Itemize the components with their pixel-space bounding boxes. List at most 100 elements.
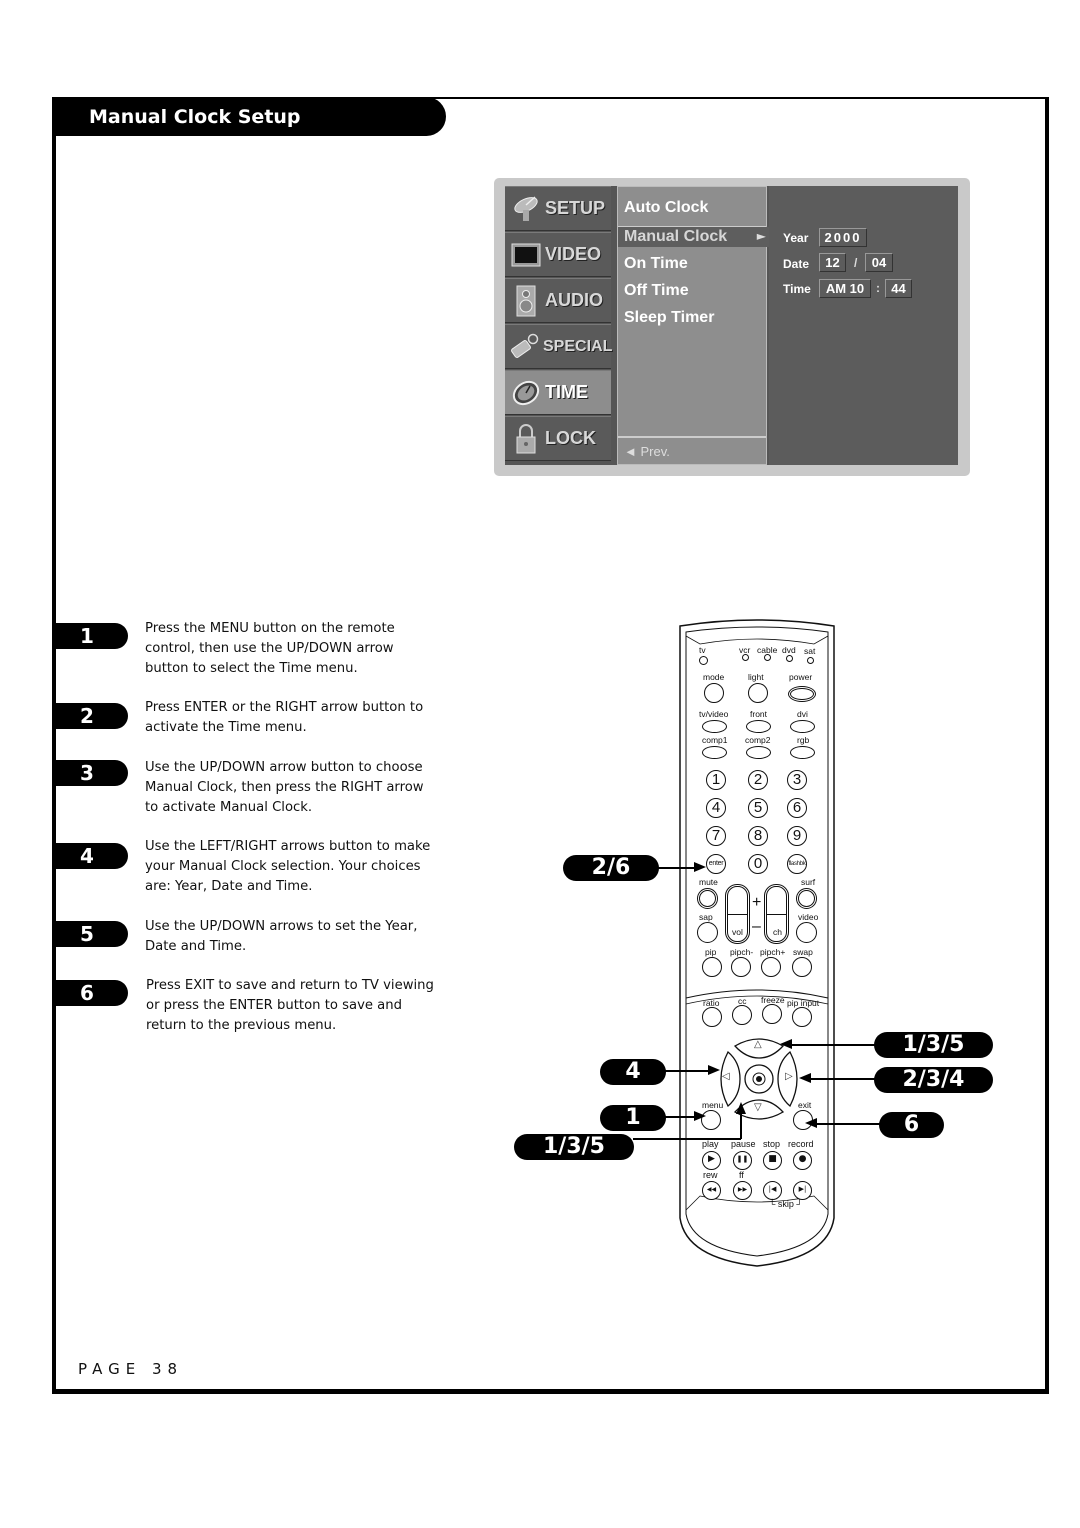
plus-sign: + bbox=[752, 894, 762, 911]
ratio-button[interactable] bbox=[702, 1007, 722, 1027]
tv-mode-button[interactable] bbox=[699, 656, 708, 665]
category-setup[interactable]: SETUP bbox=[505, 186, 611, 231]
page-number: PAGE 38 bbox=[78, 1360, 184, 1378]
speaker-icon bbox=[509, 284, 543, 318]
cc-button[interactable] bbox=[732, 1005, 752, 1025]
digit-3-button[interactable]: 3 bbox=[787, 770, 807, 790]
digit-6-button[interactable]: 6 bbox=[787, 798, 807, 818]
rgb-button[interactable] bbox=[790, 746, 815, 759]
right-arrow-button[interactable]: ▷ bbox=[785, 1071, 793, 1082]
leader-line-left bbox=[665, 1070, 711, 1072]
dvd-mode-button[interactable] bbox=[786, 655, 793, 662]
pipch-minus-button[interactable] bbox=[731, 957, 751, 977]
front-button[interactable] bbox=[746, 720, 771, 733]
channel-rocker[interactable]: ch bbox=[764, 884, 789, 944]
leader-line-right bbox=[810, 1078, 875, 1080]
power-button[interactable] bbox=[788, 686, 816, 702]
video-button[interactable] bbox=[796, 922, 817, 943]
arrowhead-icon bbox=[736, 1102, 746, 1114]
leader-line-menu bbox=[665, 1116, 697, 1118]
leader-line-down bbox=[633, 1138, 741, 1140]
dvi-button[interactable] bbox=[790, 720, 815, 733]
step-5-badge: 5 bbox=[56, 921, 128, 947]
flashbk-button[interactable]: flashbk bbox=[787, 854, 807, 874]
submenu-auto-clock[interactable]: Auto Clock bbox=[618, 187, 766, 227]
step-1-badge: 1 bbox=[56, 623, 128, 649]
pip-button[interactable] bbox=[702, 957, 722, 977]
freeze-button[interactable] bbox=[762, 1004, 782, 1024]
skip-forward-button[interactable]: ▶| bbox=[793, 1181, 812, 1200]
digit-9-button[interactable]: 9 bbox=[787, 826, 807, 846]
record-button[interactable]: ● bbox=[793, 1151, 812, 1170]
category-time[interactable]: TIME bbox=[505, 370, 611, 415]
callout-exit: 6 bbox=[879, 1112, 944, 1138]
callout-up: 1/3/5 bbox=[874, 1032, 993, 1058]
vcr-mode-button[interactable] bbox=[742, 654, 749, 661]
down-arrow-button[interactable]: ▽ bbox=[754, 1102, 762, 1113]
fast-forward-button[interactable]: ▶▶ bbox=[733, 1181, 752, 1200]
clock-icon bbox=[509, 376, 543, 410]
time-hour-field[interactable]: AM 10 bbox=[819, 279, 871, 298]
arrowhead-icon bbox=[780, 1039, 792, 1049]
page-title: Manual Clock Setup bbox=[89, 106, 301, 128]
digit-5-button[interactable]: 5 bbox=[748, 798, 768, 818]
comp1-button[interactable] bbox=[702, 746, 727, 759]
step-3-badge: 3 bbox=[56, 760, 128, 786]
prev-button[interactable]: ◄ Prev. bbox=[618, 436, 766, 464]
padlock-icon bbox=[509, 422, 543, 456]
up-arrow-button[interactable]: △ bbox=[754, 1039, 762, 1050]
pause-button[interactable]: ❚❚ bbox=[733, 1151, 752, 1170]
cable-mode-button[interactable] bbox=[764, 654, 771, 661]
submenu-manual-clock[interactable]: Manual Clock ► bbox=[618, 227, 774, 247]
pip-input-button[interactable] bbox=[792, 1007, 812, 1027]
leader-line-up bbox=[790, 1044, 875, 1046]
digit-8-button[interactable]: 8 bbox=[748, 826, 768, 846]
category-video[interactable]: VIDEO bbox=[505, 232, 611, 277]
category-special[interactable]: SPECIAL bbox=[505, 324, 612, 369]
ok-button[interactable] bbox=[745, 1065, 773, 1093]
digit-0-button[interactable]: 0 bbox=[748, 854, 768, 874]
pipch-plus-button[interactable] bbox=[761, 957, 781, 977]
time-minute-field[interactable]: 44 bbox=[885, 279, 912, 298]
callout-down: 1/3/5 bbox=[514, 1134, 634, 1160]
volume-rocker[interactable]: vol bbox=[725, 884, 750, 944]
category-lock[interactable]: LOCK bbox=[505, 416, 611, 461]
callout-left: 4 bbox=[600, 1059, 666, 1085]
left-arrow-button[interactable]: ◁ bbox=[722, 1071, 730, 1082]
submenu-on-time[interactable]: On Time bbox=[624, 255, 688, 273]
enter-button[interactable]: enter bbox=[706, 854, 726, 874]
year-label: Year bbox=[783, 231, 809, 245]
date-day-field[interactable]: 04 bbox=[865, 253, 893, 272]
category-column: SETUP VIDEO AUDIO SPECIAL TIME LOCK bbox=[505, 186, 612, 465]
stop-button[interactable]: ■ bbox=[763, 1151, 782, 1170]
category-audio[interactable]: AUDIO bbox=[505, 278, 611, 323]
year-field[interactable]: 2000 bbox=[819, 228, 867, 247]
submenu-off-time[interactable]: Off Time bbox=[624, 282, 689, 300]
digit-1-button[interactable]: 1 bbox=[706, 770, 726, 790]
light-button[interactable] bbox=[748, 683, 768, 703]
sat-mode-button[interactable] bbox=[807, 657, 814, 664]
sap-button[interactable] bbox=[697, 922, 718, 943]
step-2-text: Press ENTER or the RIGHT arrow button to… bbox=[145, 700, 424, 735]
step-5-text: Use the UP/DOWN arrows to set the Year, … bbox=[145, 919, 418, 954]
skip-back-button[interactable]: |◀ bbox=[763, 1181, 782, 1200]
submenu-sleep-timer[interactable]: Sleep Timer bbox=[624, 309, 714, 327]
arrowhead-icon bbox=[694, 862, 706, 872]
step-4-badge: 4 bbox=[56, 843, 128, 869]
digit-4-button[interactable]: 4 bbox=[706, 798, 726, 818]
rewind-button[interactable]: ◀◀ bbox=[702, 1181, 721, 1200]
play-button[interactable]: ▶ bbox=[702, 1151, 721, 1170]
tv-video-button[interactable] bbox=[702, 720, 727, 733]
digit-7-button[interactable]: 7 bbox=[706, 826, 726, 846]
mode-button[interactable] bbox=[704, 683, 724, 703]
submenu-column: Auto Clock Manual Clock ► On Time Off Ti… bbox=[617, 186, 774, 465]
satellite-dish-icon bbox=[509, 192, 543, 226]
callout-right: 2/3/4 bbox=[874, 1067, 993, 1093]
mute-button[interactable] bbox=[697, 888, 718, 909]
surf-button[interactable] bbox=[796, 888, 817, 909]
comp2-button[interactable] bbox=[746, 746, 771, 759]
swap-button[interactable] bbox=[792, 957, 812, 977]
date-month-field[interactable]: 12 bbox=[819, 253, 846, 272]
digit-2-button[interactable]: 2 bbox=[748, 770, 768, 790]
arrowhead-icon bbox=[799, 1073, 811, 1083]
